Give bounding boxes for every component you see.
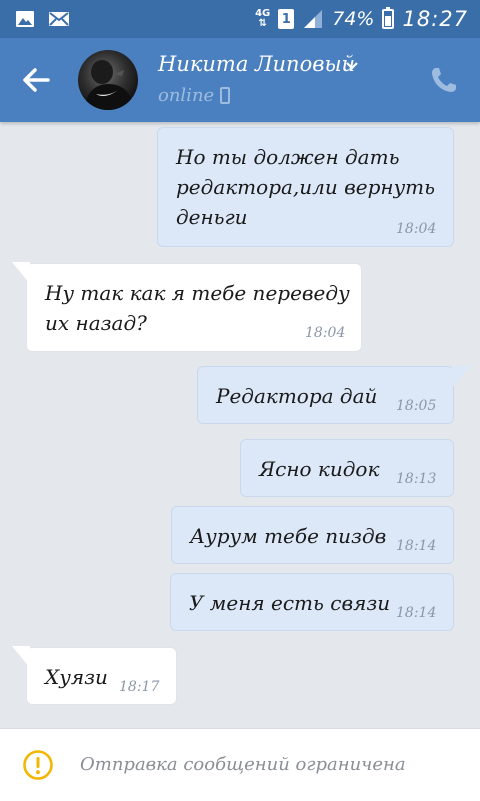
phone-call-icon[interactable] xyxy=(428,64,460,96)
message-time: 18:04 xyxy=(305,325,346,341)
signal-strength-icon xyxy=(304,10,323,28)
message-text: Аурум тебе пиздв xyxy=(190,524,387,548)
warning-icon xyxy=(23,750,53,780)
battery-percent: 74% xyxy=(332,8,375,30)
message-text: Но ты должен дать редактора,или вернуть де… xyxy=(176,145,436,229)
message-time: 18:14 xyxy=(396,538,437,554)
status-clock: 18:27 xyxy=(402,7,468,31)
bubble-tail xyxy=(452,366,470,388)
contact-name[interactable]: Никита Липовый xyxy=(158,52,355,76)
message-bubble-outgoing[interactable]: Ясно кидок 18:13 xyxy=(240,439,454,497)
message-bubble-incoming[interactable]: Хуязи 18:17 xyxy=(26,647,177,705)
message-time: 18:04 xyxy=(396,221,437,237)
battery-icon xyxy=(382,7,395,29)
chevron-down-icon[interactable] xyxy=(344,58,360,74)
mail-notification-icon xyxy=(49,12,69,26)
message-text: Хуязи xyxy=(45,665,108,689)
back-arrow-icon[interactable] xyxy=(18,62,54,98)
status-bar: 4G ⇅ 1 74% 18:27 xyxy=(0,0,480,38)
message-time: 18:17 xyxy=(119,679,160,695)
message-bubble-outgoing[interactable]: Аурум тебе пиздв 18:14 xyxy=(171,506,454,564)
network-type-indicator: 4G ⇅ xyxy=(255,8,271,29)
restriction-notice: Отправка сообщений ограничена xyxy=(80,754,406,775)
message-restriction-bar: Отправка сообщений ограничена xyxy=(0,728,480,801)
mobile-device-icon xyxy=(220,87,230,104)
message-text: Ну так как я тебе переведу их назад? xyxy=(45,281,350,335)
chat-header: Никита Липовый online xyxy=(0,38,480,122)
message-bubble-outgoing[interactable]: У меня есть связи 18:14 xyxy=(170,573,454,631)
message-text: Редактора дай xyxy=(216,384,378,408)
bubble-tail xyxy=(12,262,30,284)
presence-status: online xyxy=(158,85,215,106)
message-bubble-outgoing[interactable]: Редактора дай 18:05 xyxy=(197,366,454,424)
contact-avatar[interactable] xyxy=(78,50,138,110)
message-bubble-outgoing[interactable]: Но ты должен дать редактора,или вернуть де… xyxy=(157,127,454,247)
message-time: 18:13 xyxy=(396,471,437,487)
message-time: 18:14 xyxy=(396,605,437,621)
bubble-tail xyxy=(12,646,30,668)
sim-indicator: 1 xyxy=(278,9,295,29)
message-bubble-incoming[interactable]: Ну так как я тебе переведу их назад? 18:0… xyxy=(26,263,362,352)
gallery-notification-icon xyxy=(16,11,34,27)
message-text: У меня есть связи xyxy=(189,591,391,615)
message-text: Ясно кидок xyxy=(259,457,380,481)
message-time: 18:05 xyxy=(396,398,437,414)
